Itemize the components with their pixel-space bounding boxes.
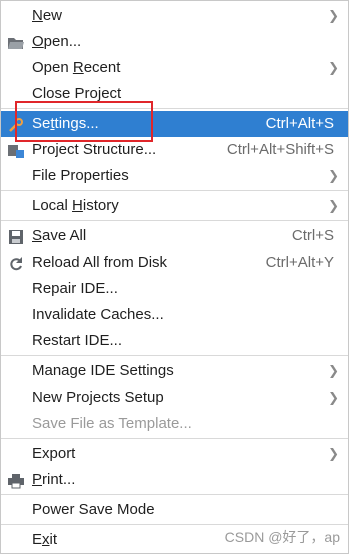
menu-item-reload-all-shortcut: Ctrl+Alt+Y (265, 254, 334, 271)
file-menu: New ❯ Open... Open Recent ❯ Close Projec… (0, 0, 349, 554)
menu-item-exit-label: Exit (32, 531, 58, 548)
menu-item-power-save-mode-label: Power Save Mode (32, 501, 155, 518)
menu-item-save-as-template: Save File as Template... (1, 411, 348, 437)
menu-item-print-label: Print... (32, 471, 76, 488)
menu-separator (1, 438, 348, 439)
menu-separator (1, 355, 348, 356)
menu-item-manage-ide-settings[interactable]: Manage IDE Settings ❯ (1, 358, 348, 384)
printer-icon (7, 472, 25, 489)
project-structure-icon (7, 142, 25, 158)
menu-item-save-all[interactable]: Save All Ctrl+S (1, 223, 348, 249)
menu-item-restart-ide[interactable]: Restart IDE... (1, 328, 348, 354)
watermark: CSDN @好了，ap (224, 529, 340, 545)
menu-item-invalidate-caches-label: Invalidate Caches... (32, 306, 164, 323)
menu-item-new-projects-setup[interactable]: New Projects Setup ❯ (1, 385, 348, 411)
menu-item-file-properties[interactable]: File Properties ❯ (1, 163, 348, 189)
save-icon (7, 228, 25, 244)
submenu-arrow-icon: ❯ (328, 60, 339, 75)
menu-item-save-all-shortcut: Ctrl+S (291, 227, 334, 244)
menu-item-invalidate-caches[interactable]: Invalidate Caches... (1, 302, 348, 328)
menu-separator (1, 190, 348, 191)
menu-item-export[interactable]: Export ❯ (1, 441, 348, 467)
menu-item-power-save-mode[interactable]: Power Save Mode (1, 497, 348, 523)
menu-item-new-projects-setup-label: New Projects Setup (32, 389, 164, 406)
menu-item-export-label: Export (32, 445, 76, 462)
menu-item-settings-shortcut: Ctrl+Alt+S (265, 115, 334, 132)
menu-item-open-recent[interactable]: Open Recent ❯ (1, 55, 348, 81)
submenu-arrow-icon: ❯ (328, 363, 339, 378)
menu-separator (1, 494, 348, 495)
menu-item-open[interactable]: Open... (1, 29, 348, 55)
menu-item-save-all-label: Save All (32, 227, 87, 244)
menu-item-manage-ide-settings-label: Manage IDE Settings (32, 362, 174, 379)
submenu-arrow-icon: ❯ (328, 198, 339, 213)
submenu-arrow-icon: ❯ (328, 8, 339, 23)
menu-item-save-as-template-label: Save File as Template... (32, 415, 192, 432)
menu-item-repair-ide[interactable]: Repair IDE... (1, 276, 348, 302)
refresh-icon (7, 255, 25, 271)
folder-icon (7, 34, 25, 50)
submenu-arrow-icon: ❯ (328, 446, 339, 461)
menu-item-local-history[interactable]: Local History ❯ (1, 193, 348, 219)
menu-item-open-recent-label: Open Recent (32, 59, 121, 76)
menu-item-file-properties-label: File Properties (32, 167, 129, 184)
menu-item-project-structure-shortcut: Ctrl+Alt+Shift+S (226, 141, 334, 158)
menu-item-repair-ide-label: Repair IDE... (32, 280, 118, 297)
menu-item-restart-ide-label: Restart IDE... (32, 332, 123, 349)
menu-item-local-history-label: Local History (32, 197, 119, 214)
menu-item-open-label: Open... (32, 33, 82, 50)
menu-item-new[interactable]: New ❯ (1, 3, 348, 29)
settings-highlight-box (15, 101, 153, 142)
menu-item-print[interactable]: Print... (1, 467, 348, 493)
submenu-arrow-icon: ❯ (328, 168, 339, 183)
menu-separator (1, 220, 348, 221)
menu-separator (1, 524, 348, 525)
submenu-arrow-icon: ❯ (328, 390, 339, 405)
menu-item-reload-all[interactable]: Reload All from Disk Ctrl+Alt+Y (1, 250, 348, 276)
menu-item-new-label: New (32, 7, 63, 24)
menu-item-reload-all-label: Reload All from Disk (32, 254, 168, 271)
